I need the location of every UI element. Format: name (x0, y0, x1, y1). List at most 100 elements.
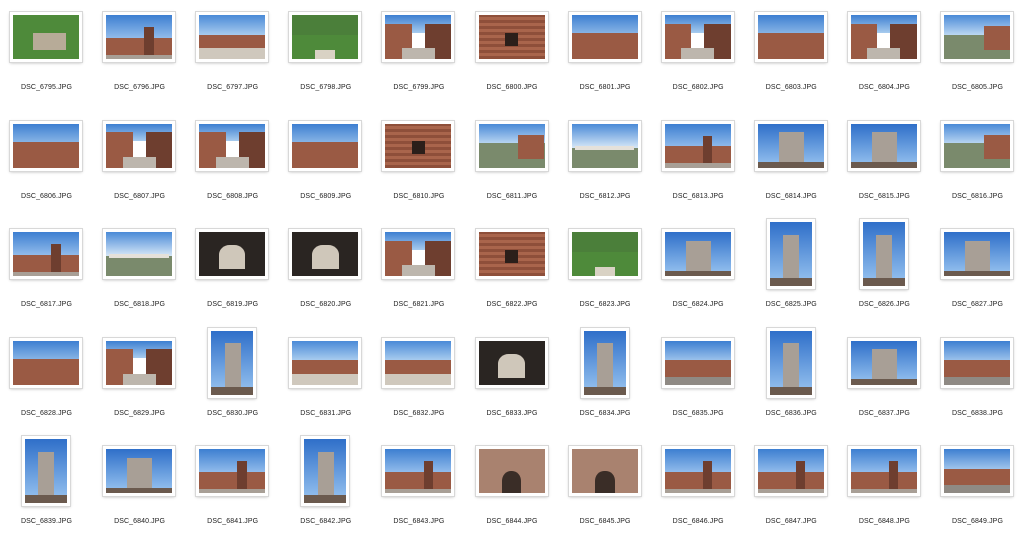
file-name-label[interactable]: DSC_6841.JPG (186, 518, 279, 525)
file-name-label[interactable]: DSC_6805.JPG (931, 84, 1024, 91)
photo-thumbnail[interactable]: DSC_6847.JPG (745, 434, 838, 542)
thumbnail-image[interactable] (847, 12, 920, 62)
thumbnail-image[interactable] (568, 120, 641, 171)
photo-thumbnail[interactable]: DSC_6801.JPG (559, 0, 652, 108)
thumbnail-image[interactable] (10, 229, 82, 279)
photo-thumbnail[interactable]: DSC_6834.JPG (559, 326, 652, 434)
photo-thumbnail[interactable]: DSC_6842.JPG (279, 434, 372, 542)
thumbnail-image[interactable] (568, 12, 641, 62)
thumbnail-image[interactable] (580, 327, 629, 398)
thumbnail-image[interactable] (754, 120, 827, 171)
photo-thumbnail[interactable]: DSC_6835.JPG (652, 326, 745, 434)
photo-thumbnail[interactable]: DSC_6845.JPG (559, 434, 652, 542)
thumbnail-image[interactable] (382, 446, 455, 496)
file-name-label[interactable]: DSC_6825.JPG (745, 301, 838, 308)
thumbnail-image[interactable] (754, 446, 827, 496)
thumbnail-image[interactable] (859, 219, 908, 289)
file-name-label[interactable]: DSC_6820.JPG (279, 301, 372, 308)
file-name-label[interactable]: DSC_6837.JPG (838, 410, 931, 417)
photo-thumbnail[interactable]: DSC_6825.JPG (745, 217, 838, 325)
thumbnail-image[interactable] (475, 446, 548, 496)
photo-thumbnail[interactable]: DSC_6827.JPG (931, 217, 1024, 325)
file-name-label[interactable]: DSC_6811.JPG (466, 193, 559, 200)
thumbnail-image[interactable] (196, 12, 269, 62)
thumbnail-image[interactable] (103, 12, 176, 62)
photo-thumbnail[interactable]: DSC_6807.JPG (93, 109, 186, 217)
photo-thumbnail[interactable]: DSC_6795.JPG (0, 0, 93, 108)
thumbnail-image[interactable] (382, 337, 455, 388)
thumbnail-image[interactable] (22, 436, 70, 506)
file-name-label[interactable]: DSC_6807.JPG (93, 193, 186, 200)
thumbnail-image[interactable] (475, 120, 548, 171)
photo-thumbnail[interactable]: DSC_6813.JPG (652, 109, 745, 217)
thumbnail-image[interactable] (766, 219, 815, 289)
thumbnail-image[interactable] (766, 327, 815, 398)
photo-thumbnail[interactable]: DSC_6806.JPG (0, 109, 93, 217)
file-name-label[interactable]: DSC_6827.JPG (931, 301, 1024, 308)
thumbnail-image[interactable] (289, 12, 362, 62)
file-name-label[interactable]: DSC_6816.JPG (931, 193, 1024, 200)
thumbnail-image[interactable] (196, 229, 269, 279)
photo-thumbnail[interactable]: DSC_6816.JPG (931, 109, 1024, 217)
file-name-label[interactable]: DSC_6809.JPG (279, 193, 372, 200)
photo-thumbnail[interactable]: DSC_6848.JPG (838, 434, 931, 542)
file-name-label[interactable]: DSC_6834.JPG (559, 410, 652, 417)
file-name-label[interactable]: DSC_6833.JPG (466, 410, 559, 417)
file-name-label[interactable]: DSC_6796.JPG (93, 84, 186, 91)
thumbnail-image[interactable] (382, 12, 455, 62)
thumbnail-image[interactable] (301, 436, 350, 506)
file-name-label[interactable]: DSC_6804.JPG (838, 84, 931, 91)
photo-thumbnail[interactable]: DSC_6837.JPG (838, 326, 931, 434)
thumbnail-image[interactable] (10, 120, 82, 171)
photo-thumbnail[interactable]: DSC_6819.JPG (186, 217, 279, 325)
file-name-label[interactable]: DSC_6801.JPG (559, 84, 652, 91)
file-name-label[interactable]: DSC_6799.JPG (372, 84, 465, 91)
file-name-label[interactable]: DSC_6814.JPG (745, 193, 838, 200)
thumbnail-image[interactable] (941, 229, 1013, 279)
thumbnail-image[interactable] (568, 229, 641, 279)
thumbnail-image[interactable] (847, 120, 920, 171)
file-name-label[interactable]: DSC_6798.JPG (279, 84, 372, 91)
file-name-label[interactable]: DSC_6808.JPG (186, 193, 279, 200)
thumbnail-image[interactable] (289, 337, 362, 388)
photo-thumbnail[interactable]: DSC_6814.JPG (745, 109, 838, 217)
photo-thumbnail[interactable]: DSC_6812.JPG (559, 109, 652, 217)
file-name-label[interactable]: DSC_6822.JPG (466, 301, 559, 308)
file-name-label[interactable]: DSC_6842.JPG (279, 518, 372, 525)
file-name-label[interactable]: DSC_6836.JPG (745, 410, 838, 417)
file-name-label[interactable]: DSC_6844.JPG (466, 518, 559, 525)
file-name-label[interactable]: DSC_6831.JPG (279, 410, 372, 417)
thumbnail-image[interactable] (10, 12, 82, 62)
thumbnail-image[interactable] (847, 446, 920, 496)
file-name-label[interactable]: DSC_6829.JPG (93, 410, 186, 417)
thumbnail-image[interactable] (196, 120, 269, 171)
file-name-label[interactable]: DSC_6824.JPG (652, 301, 745, 308)
thumbnail-image[interactable] (568, 446, 641, 496)
file-name-label[interactable]: DSC_6810.JPG (372, 193, 465, 200)
photo-thumbnail[interactable]: DSC_6840.JPG (93, 434, 186, 542)
photo-thumbnail[interactable]: DSC_6841.JPG (186, 434, 279, 542)
thumbnail-image[interactable] (382, 229, 455, 279)
thumbnail-image[interactable] (661, 12, 734, 62)
file-name-label[interactable]: DSC_6826.JPG (838, 301, 931, 308)
thumbnail-image[interactable] (661, 120, 734, 171)
file-name-label[interactable]: DSC_6845.JPG (559, 518, 652, 525)
photo-thumbnail[interactable]: DSC_6796.JPG (93, 0, 186, 108)
photo-thumbnail[interactable]: DSC_6818.JPG (93, 217, 186, 325)
photo-thumbnail[interactable]: DSC_6802.JPG (652, 0, 745, 108)
photo-thumbnail[interactable]: DSC_6833.JPG (466, 326, 559, 434)
photo-thumbnail[interactable]: DSC_6800.JPG (466, 0, 559, 108)
thumbnail-image[interactable] (382, 120, 455, 171)
photo-thumbnail[interactable]: DSC_6809.JPG (279, 109, 372, 217)
file-name-label[interactable]: DSC_6848.JPG (838, 518, 931, 525)
thumbnail-image[interactable] (289, 120, 362, 171)
thumbnail-image[interactable] (103, 337, 176, 388)
photo-thumbnail[interactable]: DSC_6838.JPG (931, 326, 1024, 434)
photo-thumbnail[interactable]: DSC_6821.JPG (372, 217, 465, 325)
photo-thumbnail[interactable]: DSC_6829.JPG (93, 326, 186, 434)
photo-thumbnail[interactable]: DSC_6797.JPG (186, 0, 279, 108)
thumbnail-image[interactable] (847, 337, 920, 388)
photo-thumbnail[interactable]: DSC_6817.JPG (0, 217, 93, 325)
photo-thumbnail[interactable]: DSC_6798.JPG (279, 0, 372, 108)
file-name-label[interactable]: DSC_6803.JPG (745, 84, 838, 91)
